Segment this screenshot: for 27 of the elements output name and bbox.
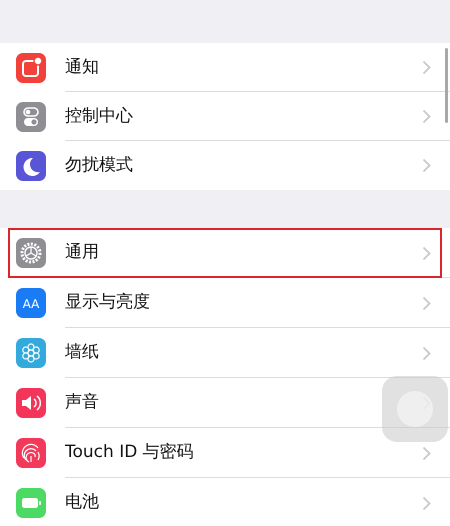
chevron-icon <box>422 496 431 510</box>
settings-item[interactable]: 声音 <box>65 390 99 416</box>
chevron-icon <box>422 346 431 360</box>
chevron-icon <box>422 109 431 124</box>
speaker-icon <box>16 388 46 418</box>
settings-item[interactable]: 电池 <box>65 490 99 516</box>
chevron-icon <box>422 296 431 310</box>
chevron-icon <box>422 446 431 460</box>
settings-item[interactable]: 控制中心 <box>65 104 133 130</box>
chevron-icon <box>422 246 431 260</box>
flower-icon <box>16 338 46 368</box>
icon-label: AA <box>22 297 40 311</box>
settings-item[interactable]: 显示与亮度 <box>65 290 150 316</box>
settings-item[interactable]: 通知 <box>65 54 99 80</box>
battery-icon <box>16 488 46 518</box>
moon-icon <box>16 150 46 180</box>
settings-item[interactable]: Touch ID 与密码 <box>65 440 194 466</box>
settings-item[interactable]: 墙纸 <box>65 340 99 366</box>
chevron-icon <box>422 60 431 75</box>
floating-assistive-button[interactable] <box>382 376 448 442</box>
settings-item[interactable]: 勿扰模式 <box>65 152 133 178</box>
settings-item[interactable]: 通用 <box>65 240 99 266</box>
fingerprint-icon <box>16 438 46 468</box>
toggle-icon <box>16 102 46 132</box>
chevron-icon <box>422 158 431 173</box>
notification-icon <box>16 52 46 82</box>
settings-icon <box>16 238 46 268</box>
